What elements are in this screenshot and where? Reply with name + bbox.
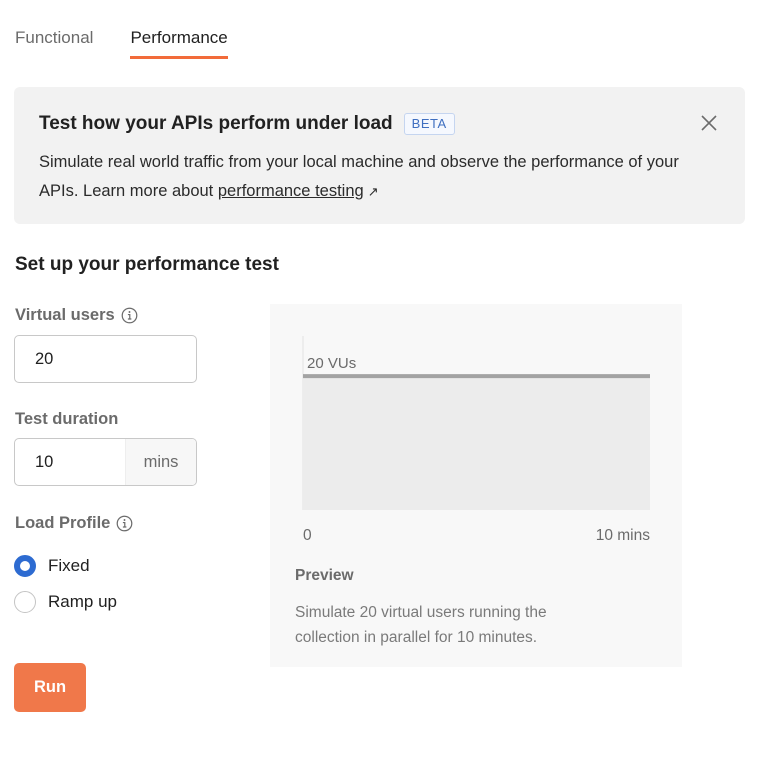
virtual-users-label-text: Virtual users [15,306,115,324]
section-title: Set up your performance test [15,254,279,275]
test-duration-label: Test duration [15,410,119,428]
beta-badge: BETA [403,113,455,135]
duration-unit-suffix: mins [125,439,196,485]
load-area [303,376,650,510]
info-banner: Test how your APIs perform under load BE… [14,87,745,224]
x-tick-label-max: 10 mins [595,527,650,544]
radio-checked-icon[interactable] [14,555,36,577]
radio-unchecked-icon[interactable] [14,591,36,613]
tab-functional[interactable]: Functional [15,28,93,59]
test-duration-input[interactable]: 10 mins [14,438,197,486]
banner-description: Simulate real world traffic from your lo… [39,148,679,206]
line-label: 20 VUs [307,355,356,372]
load-preview-chart: 20 VUs [302,336,650,510]
tab-bar: Functional Performance [15,28,228,59]
virtual-users-input[interactable]: 20 [14,335,197,383]
virtual-users-value[interactable]: 20 [15,350,196,369]
preview-title: Preview [295,567,354,584]
close-icon[interactable] [699,113,719,133]
load-profile-label: Load Profile [15,514,133,533]
external-arrow-icon[interactable]: ↗ [368,184,379,199]
radio-ramp-up-label: Ramp up [48,592,117,611]
x-tick-label-min: 0 [303,527,312,544]
performance-testing-link[interactable]: performance testing [218,182,364,200]
preview-panel: 20 VUs 0 10 mins Preview Simulate 20 vir… [270,304,682,667]
load-profile-label-text: Load Profile [15,514,111,532]
virtual-users-label: Virtual users [15,306,138,325]
radio-ramp-up[interactable]: Ramp up [14,591,117,613]
run-button[interactable]: Run [14,663,86,712]
tab-performance[interactable]: Performance [130,28,228,59]
info-icon[interactable] [121,307,138,324]
banner-title: Test how your APIs perform under load BE… [39,113,455,135]
radio-fixed-label: Fixed [48,556,90,575]
radio-fixed[interactable]: Fixed [14,555,90,577]
preview-description: Simulate 20 virtual users running the co… [295,604,547,646]
banner-title-text: Test how your APIs perform under load [39,113,393,134]
test-duration-value[interactable]: 10 [15,453,125,472]
info-icon[interactable] [116,515,133,532]
